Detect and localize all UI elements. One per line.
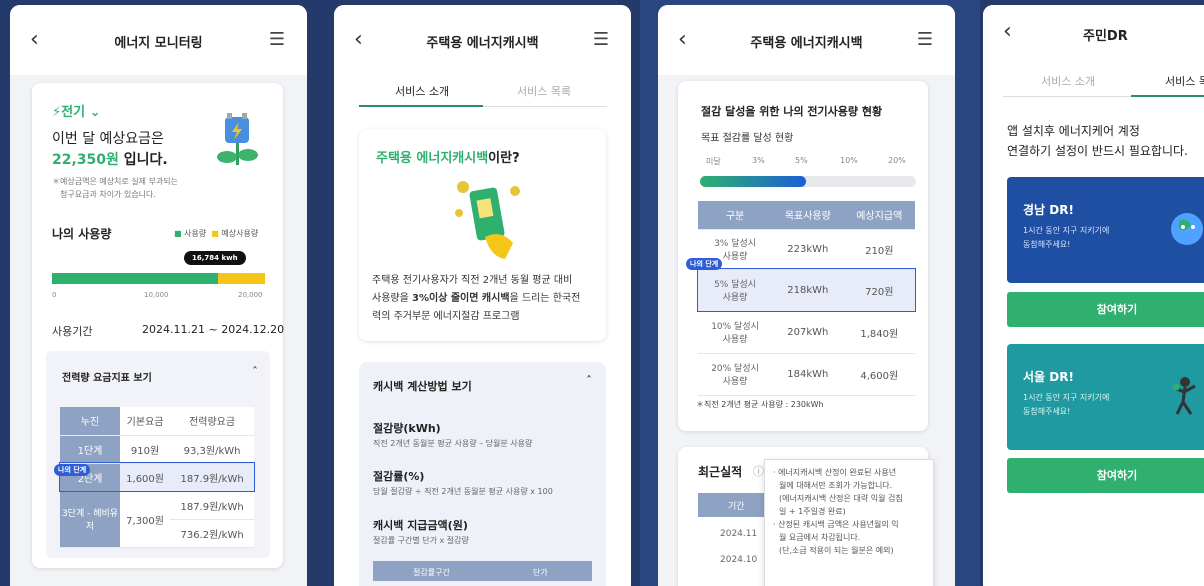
- calc-panel: 캐시백 계산방법 보기 ˆ 절감량(kWh) 직전 2개년 동월분 평균 사용량…: [359, 362, 606, 586]
- intro-description: 력의 주거부문 에너지절감 프로그램: [372, 311, 520, 322]
- chevron-up-icon[interactable]: ˆ: [252, 365, 258, 379]
- menu-icon[interactable]: ☰: [269, 29, 285, 50]
- intro-description: 주택용 전기사용자가 직전 2개년 동월 평균 대비: [372, 275, 573, 286]
- intro-description: 사용량을 3%이상 줄이면 캐시백을 드리는 한국전: [372, 293, 581, 304]
- status-title: 절감 달성을 위한 나의 전기사용량 현황: [701, 105, 883, 118]
- calc-title: 캐시백 계산방법 보기: [373, 380, 472, 393]
- scale-label: 10%: [840, 156, 858, 165]
- seoul-dr-card[interactable]: 서울 DR! 1시간 동안 지구 지키기에 동참해주세요!: [1007, 344, 1204, 450]
- goal-progress-bar: [700, 176, 916, 187]
- recent-row: 2024.11: [720, 529, 758, 539]
- my-stage-badge: 나의 단계: [54, 464, 91, 476]
- tab-bar: 서비스 소개 서비스 목록: [359, 75, 607, 107]
- rate-table: 누진 기본요금 전력량요금 1단계 910원 93,3원/kWh 2단계 1,600원 18…: [59, 407, 255, 548]
- goal-progress-fill: [700, 176, 806, 187]
- usage-bar: [52, 273, 265, 284]
- formula-desc: 당월 절감량 ÷ 직전 2개년 동월분 평균 사용량 x 100: [373, 487, 553, 496]
- tab-service-intro[interactable]: 서비스 소개: [395, 83, 449, 99]
- gyeongnam-dr-card[interactable]: 경남 DR! 1시간 동안 지구 지키기에 동참해주세요!: [1007, 177, 1204, 283]
- dr-card-title: 경남 DR!: [1023, 203, 1074, 217]
- estimate-amount-line: 22,350원 입니다.: [52, 152, 168, 168]
- goal-table: 구분 목표사용량 예상지급액 3% 달성시 사용량 223kWh 210원 5% 달성시 사…: [697, 201, 916, 396]
- my-stage-badge: 나의 단계: [686, 258, 723, 270]
- info-tooltip: · 에너지캐시백 산정이 완료된 사용년 월에 대해서만 조회가 가능합니다. (에…: [764, 459, 934, 586]
- recent-title: 최근실적: [698, 465, 743, 479]
- cashback-status-screen: ‹ 주택용 에너지캐시백 ☰ 절감 달성을 위한 나의 전기사용량 현황 목표 …: [658, 5, 955, 586]
- back-icon[interactable]: ‹: [1003, 17, 1012, 47]
- phone-cash-icon: [455, 181, 520, 259]
- intro-title: 주택용 에너지캐시백이란?: [376, 151, 520, 166]
- recent-card: 최근실적 ⓘ 기간 2024.11 2024.10 · 에너지캐시백 산정이 완…: [678, 447, 934, 586]
- page-title: 주택용 에너지캐시백: [750, 36, 863, 51]
- dr-card-desc: 동참해주세요!: [1023, 240, 1071, 249]
- scale-label: 3%: [752, 156, 765, 165]
- period-value: 2024.11.21 ~ 2024.12.20: [142, 323, 285, 336]
- goal-label: 목표 절감률 달성 현황: [701, 133, 794, 144]
- running-person-icon: [1173, 377, 1196, 415]
- axis-tick: 0: [52, 291, 57, 299]
- dr-card-desc: 1시간 동안 지구 지키기에: [1023, 226, 1110, 235]
- intro-card: 주택용 에너지캐시백이란? 주택용 전기사용자가 직전 2개년 동월 평균 대비…: [359, 129, 606, 341]
- unit-table-header: 절감률구간 단가: [373, 561, 592, 581]
- usage-tooltip: 16,784 kwh: [184, 251, 246, 265]
- app-header: ‹ 주민DR: [983, 5, 1204, 65]
- period-label: 사용기간: [52, 325, 93, 338]
- intro-text: 앱 설치후 에너지케어 계정: [1007, 124, 1140, 138]
- dr-card-desc: 1시간 동안 지구 지키기에: [1023, 393, 1110, 402]
- app-header: ‹ 에너지 모니터링 ☰: [10, 5, 307, 75]
- rate-table-title: 전력량 요금지표 보기: [62, 373, 152, 384]
- scale-label: 미달: [706, 157, 721, 166]
- tab-bar: 서비스 소개 서비스 목: [1003, 65, 1204, 97]
- usage-card: ⚡전기 ⌄ 이번 달 예상요금은 22,350원 입니다. ＊예상금액은 예상치…: [32, 83, 285, 568]
- usage-legend: ■ 사용량 ■ 예상사용량: [174, 229, 259, 238]
- estimate-note-2: 청구요금과 차이가 있습니다.: [60, 190, 156, 199]
- info-icon[interactable]: ⓘ: [753, 463, 764, 479]
- join-button[interactable]: 참여하기: [1007, 458, 1204, 493]
- formula-title: 절감량(kWh): [373, 422, 441, 435]
- usage-bar-fill: [52, 273, 219, 284]
- app-header: ‹ 주택용 에너지캐시백 ☰: [658, 5, 955, 75]
- formula-desc: 직전 2개년 동월분 평균 사용량 – 당월분 사용량: [373, 439, 533, 448]
- estimate-note: ＊예상금액은 예상치로 실제 부과되는: [52, 177, 179, 186]
- plug-icon: [217, 113, 258, 165]
- page-title: 주택용 에너지캐시백: [426, 36, 539, 51]
- tab-service-list[interactable]: 서비스 목록: [517, 83, 571, 99]
- energy-type-selector[interactable]: ⚡전기 ⌄: [52, 101, 100, 120]
- menu-icon[interactable]: ☰: [593, 29, 609, 50]
- footnote: ＊직전 2개년 평균 사용량 : 230kWh: [696, 400, 824, 409]
- page-title: 주민DR: [1083, 29, 1128, 44]
- dr-card-title: 서울 DR!: [1023, 370, 1074, 384]
- scale-label: 5%: [795, 156, 808, 165]
- scale-label: 20%: [888, 156, 906, 165]
- formula-desc: 절감률 구간별 단가 x 절감량: [373, 536, 469, 545]
- earth-character-icon: [1171, 213, 1203, 245]
- intro-text: 연결하기 설정이 반드시 필요합니다.: [1007, 144, 1188, 158]
- energy-monitoring-screen: ‹ 에너지 모니터링 ☰ ⚡전기 ⌄ 이번 달 예상요금은 22,350원 입니…: [10, 5, 307, 586]
- tab-indicator: [359, 105, 483, 107]
- chevron-up-icon[interactable]: ˆ: [586, 374, 592, 388]
- tab-indicator: [1131, 95, 1204, 97]
- join-button[interactable]: 참여하기: [1007, 292, 1204, 327]
- usage-title: 나의 사용량: [52, 227, 112, 241]
- axis-tick: 20,000: [238, 291, 263, 299]
- app-header: ‹ 주택용 에너지캐시백 ☰: [334, 5, 631, 75]
- menu-icon[interactable]: ☰: [917, 29, 933, 50]
- page-title: 에너지 모니터링: [114, 36, 203, 51]
- cashback-intro-screen: ‹ 주택용 에너지캐시백 ☰ 서비스 소개 서비스 목록 주택용 에너지캐시백이…: [334, 5, 631, 586]
- resident-dr-screen: ‹ 주민DR 서비스 소개 서비스 목 앱 설치후 에너지케어 계정 연결하기 …: [983, 5, 1204, 586]
- tab-service-list[interactable]: 서비스 목: [1165, 73, 1204, 89]
- status-card: 절감 달성을 위한 나의 전기사용량 현황 목표 절감률 달성 현황 미달 3%…: [678, 81, 928, 431]
- tab-service-intro[interactable]: 서비스 소개: [1041, 73, 1095, 89]
- estimate-label: 이번 달 예상요금은: [52, 131, 164, 147]
- formula-title: 캐시백 지급금액(원): [373, 519, 468, 532]
- formula-title: 절감률(%): [373, 470, 425, 483]
- rate-table-panel: 전력량 요금지표 보기 ˆ 누진 기본요금 전력량요금 1단계 910원 93,3원/k…: [46, 351, 270, 558]
- dr-card-desc: 동참해주세요!: [1023, 407, 1071, 416]
- axis-tick: 10,000: [144, 291, 169, 299]
- recent-row: 2024.10: [720, 555, 758, 565]
